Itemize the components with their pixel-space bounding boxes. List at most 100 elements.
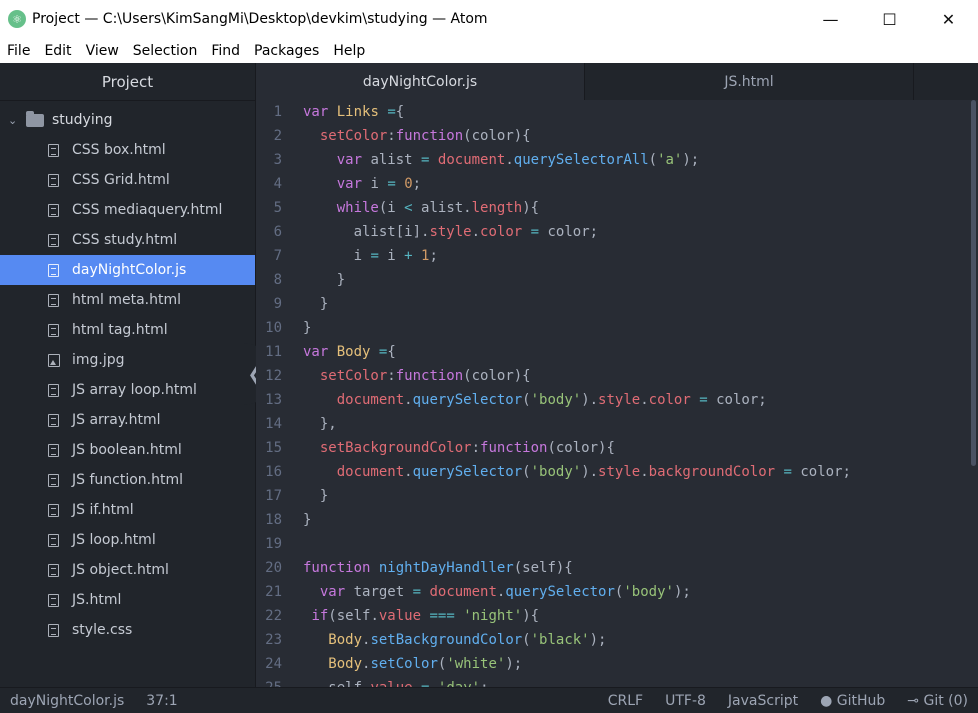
code-token: setColor <box>370 656 438 672</box>
code-token: style <box>598 392 641 408</box>
line-number: 20 <box>265 560 282 576</box>
code-token: value <box>370 680 412 687</box>
code-token: = <box>783 464 792 480</box>
line-number: 11 <box>265 344 282 360</box>
code-token: 'body' <box>530 464 582 480</box>
close-button[interactable]: ✕ <box>919 0 978 38</box>
line-code: } <box>303 508 311 532</box>
code-token: 'night' <box>463 608 523 624</box>
line-number: 17 <box>265 488 282 504</box>
text-file-icon <box>48 293 59 307</box>
status-encoding[interactable]: UTF-8 <box>665 693 706 709</box>
code-token: ( <box>522 632 531 648</box>
code-line: 23 Body.setBackgroundColor('black'); <box>256 628 970 652</box>
code-line: 17 } <box>256 484 970 508</box>
menu-selection[interactable]: Selection <box>126 43 205 59</box>
line-code: while(i < alist.length){ <box>303 196 539 220</box>
line-number: 22 <box>265 608 282 624</box>
tree-file-item[interactable]: JS function.html <box>0 465 255 495</box>
menu-packages[interactable]: Packages <box>247 43 326 59</box>
text-file-icon <box>48 623 59 637</box>
menu-edit[interactable]: Edit <box>37 43 78 59</box>
status-grammar[interactable]: JavaScript <box>728 693 798 709</box>
code-editor[interactable]: 1 var Links ={2 setColor:function(color){… <box>256 100 970 687</box>
code-token: ( <box>522 464 531 480</box>
tree-file-item[interactable]: JS boolean.html <box>0 435 255 465</box>
code-token: while <box>336 200 379 216</box>
line-number: 18 <box>265 512 282 528</box>
status-git-label: Git (0) <box>923 692 968 709</box>
tree-file-item[interactable]: html meta.html <box>0 285 255 315</box>
scrollbar-thumb[interactable] <box>971 100 976 466</box>
tree-file-item[interactable]: CSS box.html <box>0 135 255 165</box>
code-token: ; <box>429 248 438 264</box>
tree-file-item[interactable]: CSS mediaquery.html <box>0 195 255 225</box>
tree-file-item[interactable]: JS if.html <box>0 495 255 525</box>
tree-root-folder[interactable]: ⌄ studying <box>0 105 255 135</box>
code-token: = <box>412 584 422 600</box>
minimize-button[interactable]: — <box>801 0 860 38</box>
tree-file-label: CSS study.html <box>72 232 178 248</box>
code-token: style <box>429 224 472 240</box>
line-number: 13 <box>265 392 282 408</box>
status-github[interactable]: ● GitHub <box>820 693 885 709</box>
code-token: 'body' <box>530 392 582 408</box>
menu-find[interactable]: Find <box>204 43 247 59</box>
window-title: Project — C:\Users\KimSangMi\Desktop\dev… <box>32 11 488 27</box>
code-token: = <box>387 104 396 120</box>
code-token: ; <box>412 176 422 192</box>
code-token: var <box>319 584 346 600</box>
tree-file-label: img.jpg <box>72 352 125 368</box>
tree-file-item[interactable]: style.css <box>0 615 255 645</box>
status-line-ending[interactable]: CRLF <box>608 693 643 709</box>
tree-file-item[interactable]: JS object.html <box>0 555 255 585</box>
code-token: function <box>480 440 548 456</box>
tree-file-label: JS boolean.html <box>72 442 182 458</box>
tree-file-item[interactable]: img.jpg <box>0 345 255 375</box>
tree-file-item[interactable]: CSS study.html <box>0 225 255 255</box>
code-token: if <box>311 608 329 624</box>
text-file-icon <box>48 323 59 337</box>
code-token: + <box>404 248 413 264</box>
tree-file-label: CSS Grid.html <box>72 172 170 188</box>
text-file-icon <box>48 233 59 247</box>
status-cursor-position[interactable]: 37:1 <box>146 693 177 709</box>
code-line: 22 if(self.value === 'night'){ <box>256 604 970 628</box>
menu-file[interactable]: File <box>0 43 37 59</box>
editor-scrollbar[interactable] <box>970 100 978 687</box>
image-file-icon <box>48 353 60 367</box>
tree-file-item[interactable]: html tag.html <box>0 315 255 345</box>
code-line: 21 var target = document.querySelector('… <box>256 580 970 604</box>
tree-file-item[interactable]: CSS Grid.html <box>0 165 255 195</box>
project-panel-header[interactable]: Project <box>0 63 255 101</box>
code-token: : <box>387 368 396 384</box>
tree-file-item[interactable]: JS loop.html <box>0 525 255 555</box>
line-code: var alist = document.querySelectorAll('a… <box>303 148 700 172</box>
tree-file-label: JS object.html <box>72 562 169 578</box>
file-list: CSS box.html CSS Grid.html CSS mediaquery.… <box>0 135 255 645</box>
git-commit-icon: ⊸ <box>907 692 920 709</box>
code-token: } <box>303 272 346 288</box>
tree-file-item[interactable]: JS array loop.html <box>0 375 255 405</box>
code-line: 11 var Body ={ <box>256 340 970 364</box>
maximize-button[interactable]: ☐ <box>860 0 919 38</box>
github-icon: ● <box>820 692 833 709</box>
tree-file-item[interactable]: dayNightColor.js <box>0 255 255 285</box>
chevron-down-icon[interactable]: ⌄ <box>8 114 22 127</box>
tree-file-item[interactable]: JS array.html <box>0 405 255 435</box>
menu-view[interactable]: View <box>79 43 126 59</box>
status-file-name[interactable]: dayNightColor.js <box>10 693 124 709</box>
line-number: 23 <box>265 632 282 648</box>
code-token: var <box>336 152 363 168</box>
tab-daynightcolor-js[interactable]: dayNightColor.js <box>256 63 585 100</box>
tab-js-html[interactable]: JS.html <box>585 63 914 100</box>
tree-file-item[interactable]: JS.html <box>0 585 255 615</box>
menu-help[interactable]: Help <box>326 43 372 59</box>
code-token: Links <box>336 104 379 120</box>
status-git[interactable]: ⊸ Git (0) <box>907 693 968 709</box>
